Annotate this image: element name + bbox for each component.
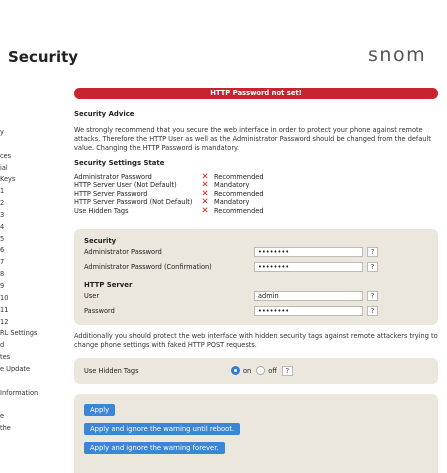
sidebar-item[interactable]: 11 (0, 305, 66, 317)
state-value: Recommended (214, 173, 264, 181)
http-password-row: Password •••••••• ? (84, 304, 428, 319)
apply-button[interactable]: Apply (84, 403, 116, 416)
help-button[interactable]: ? (367, 262, 378, 273)
sidebar-item[interactable]: 7 (0, 257, 66, 269)
http-server-section-title: HTTP Server (84, 280, 133, 289)
sidebar-nav: y ces ial Keys 1 2 3 4 5 6 7 8 9 10 11 1… (0, 127, 66, 435)
password-alert-banner: HTTP Password not set! (74, 88, 438, 99)
security-advice-text: We strongly recommend that you secure th… (74, 126, 431, 152)
state-row: HTTP Server Password (Not Default) ✕ Man… (74, 198, 438, 207)
security-section-title: Security (84, 236, 117, 245)
help-button[interactable]: ? (367, 291, 378, 302)
sidebar-item[interactable]: 1 (0, 186, 66, 198)
http-password-label: Password (84, 307, 115, 316)
state-value: Recommended (214, 189, 264, 198)
apply-ignore-until-reboot-button[interactable]: Apply and ignore the warning until reboo… (84, 422, 241, 435)
hidden-tags-label: Use Hidden Tags (84, 366, 139, 375)
sidebar-item[interactable] (0, 376, 66, 388)
sidebar-item[interactable]: 5 (0, 234, 66, 246)
state-label: HTTP Server User (Not Default) (74, 181, 177, 190)
cross-icon: ✕ (201, 205, 209, 216)
help-button[interactable]: ? (367, 306, 378, 317)
state-label: HTTP Server Password (Not Default) (74, 198, 193, 207)
sidebar-item[interactable] (0, 139, 66, 151)
admin-password-confirm-row: Administrator Password (Confirmation) ••… (84, 260, 428, 275)
sidebar-item[interactable]: 3 (0, 210, 66, 222)
state-value: Mandatory (214, 198, 250, 207)
sidebar-item[interactable]: 6 (0, 245, 66, 257)
hidden-tags-on-label: on (243, 366, 252, 375)
admin-password-row: Administrator Password •••••••• ? (84, 245, 428, 260)
admin-password-confirm-label: Administrator Password (Confirmation) (84, 263, 212, 272)
http-user-row: User admin ? (84, 289, 428, 304)
hidden-tags-off-label: off (268, 366, 277, 375)
state-label: HTTP Server Password (74, 189, 148, 198)
security-advice-title: Security Advice (74, 110, 135, 118)
hidden-tags-off-radio[interactable] (256, 366, 266, 376)
apply-ignore-forever-button[interactable]: Apply and ignore the warning forever. (84, 441, 225, 454)
state-row: HTTP Server User (Not Default) ✕ Mandato… (74, 181, 438, 190)
sidebar-item[interactable]: ial (0, 163, 66, 175)
sidebar-item[interactable]: y (0, 127, 66, 139)
sidebar-item[interactable]: e (0, 411, 66, 423)
hidden-tags-on-radio[interactable] (231, 366, 240, 376)
http-user-field[interactable]: admin (254, 291, 363, 302)
sidebar-item[interactable]: 2 (0, 198, 66, 210)
sidebar-item[interactable]: Information (0, 388, 66, 400)
apply-panel: Apply Apply and ignore the warning until… (74, 393, 438, 473)
state-row: HTTP Server Password ✕ Recommended (74, 189, 438, 198)
http-user-label: User (84, 292, 100, 301)
state-value: Mandatory (214, 181, 250, 190)
page-title: Security (8, 48, 79, 66)
sidebar-item[interactable]: Keys (0, 174, 66, 186)
sidebar-item[interactable]: the (0, 423, 66, 435)
sidebar-item[interactable]: e Update (0, 364, 66, 376)
sidebar-item[interactable]: 10 (0, 293, 66, 305)
sidebar-item[interactable]: RL Settings (0, 328, 66, 340)
admin-password-field[interactable]: •••••••• (254, 247, 363, 258)
hidden-tags-paragraph: Additionally you should protect the web … (74, 331, 438, 349)
state-row: Administrator Password ✕ Recommended (74, 173, 438, 182)
main-content: HTTP Password not set! Security Advice W… (74, 88, 438, 473)
http-password-field[interactable]: •••••••• (254, 306, 363, 317)
sidebar-item[interactable]: 8 (0, 269, 66, 281)
state-row: Use Hidden Tags ✕ Recommended (74, 205, 438, 216)
sidebar-item[interactable]: 12 (0, 317, 66, 329)
admin-password-label: Administrator Password (84, 248, 162, 257)
sidebar-item[interactable] (0, 399, 66, 411)
sidebar-item[interactable]: 4 (0, 222, 66, 234)
sidebar-item[interactable]: 9 (0, 281, 66, 293)
state-label: Administrator Password (74, 173, 152, 181)
sidebar-item[interactable]: tes (0, 352, 66, 364)
admin-password-confirm-field[interactable]: •••••••• (254, 262, 363, 273)
help-button[interactable]: ? (281, 365, 293, 376)
settings-state-table: Administrator Password ✕ Recommended HTT… (74, 173, 438, 215)
state-value: Recommended (214, 206, 264, 215)
state-label: Use Hidden Tags (74, 206, 129, 215)
hidden-tags-panel: Use Hidden Tags on off ? (74, 357, 438, 384)
sidebar-item[interactable]: d (0, 340, 66, 352)
settings-state-title: Security Settings State (74, 159, 165, 167)
sidebar-item[interactable]: ces (0, 151, 66, 163)
password-settings-panel: Security Administrator Password ••••••••… (74, 228, 438, 325)
brand-logo: snom (368, 44, 427, 66)
help-button[interactable]: ? (367, 247, 378, 258)
